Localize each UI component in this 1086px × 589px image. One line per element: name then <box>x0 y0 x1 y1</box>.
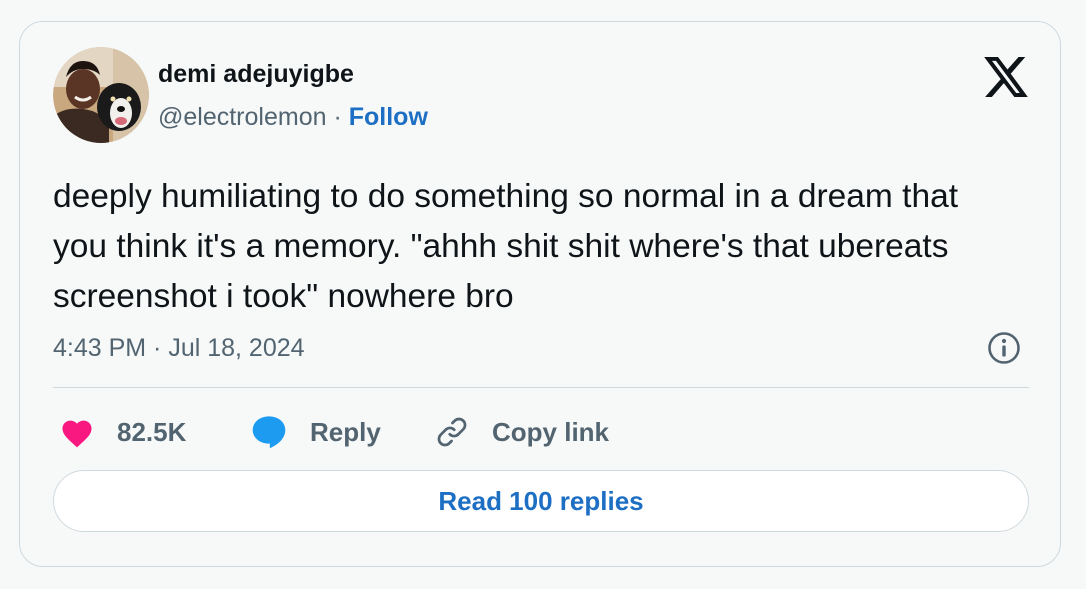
speech-bubble-icon <box>252 416 286 449</box>
info-icon[interactable] <box>987 331 1021 365</box>
tweet-text: deeply humiliating to do something so no… <box>53 178 959 315</box>
read-replies-button[interactable]: Read 100 replies <box>53 470 1029 532</box>
handle-separator: · <box>326 103 349 131</box>
author-handle-row: @electrolemon · Follow <box>158 102 428 132</box>
follow-button[interactable]: Follow <box>349 103 428 131</box>
author-avatar[interactable] <box>53 47 149 143</box>
heart-icon <box>62 420 92 448</box>
like-count: 82.5K <box>117 416 187 447</box>
reply-button[interactable]: Reply <box>250 414 381 450</box>
x-logo-icon[interactable] <box>983 57 1029 97</box>
divider <box>53 387 1029 388</box>
like-button[interactable]: 82.5K <box>59 414 186 450</box>
copy-link-button[interactable]: Copy link <box>434 414 609 450</box>
author-handle[interactable]: @electrolemon <box>158 103 327 131</box>
copy-link-label: Copy link <box>492 416 610 447</box>
tweet-timestamp[interactable]: 4:43 PM · Jul 18, 2024 <box>53 333 305 363</box>
reply-label: Reply <box>310 416 381 447</box>
link-icon <box>437 417 467 447</box>
author-name[interactable]: demi adejuyigbe <box>158 59 354 89</box>
tweet-card: demi adejuyigbe @electrolemon · Follow d… <box>19 21 1061 567</box>
